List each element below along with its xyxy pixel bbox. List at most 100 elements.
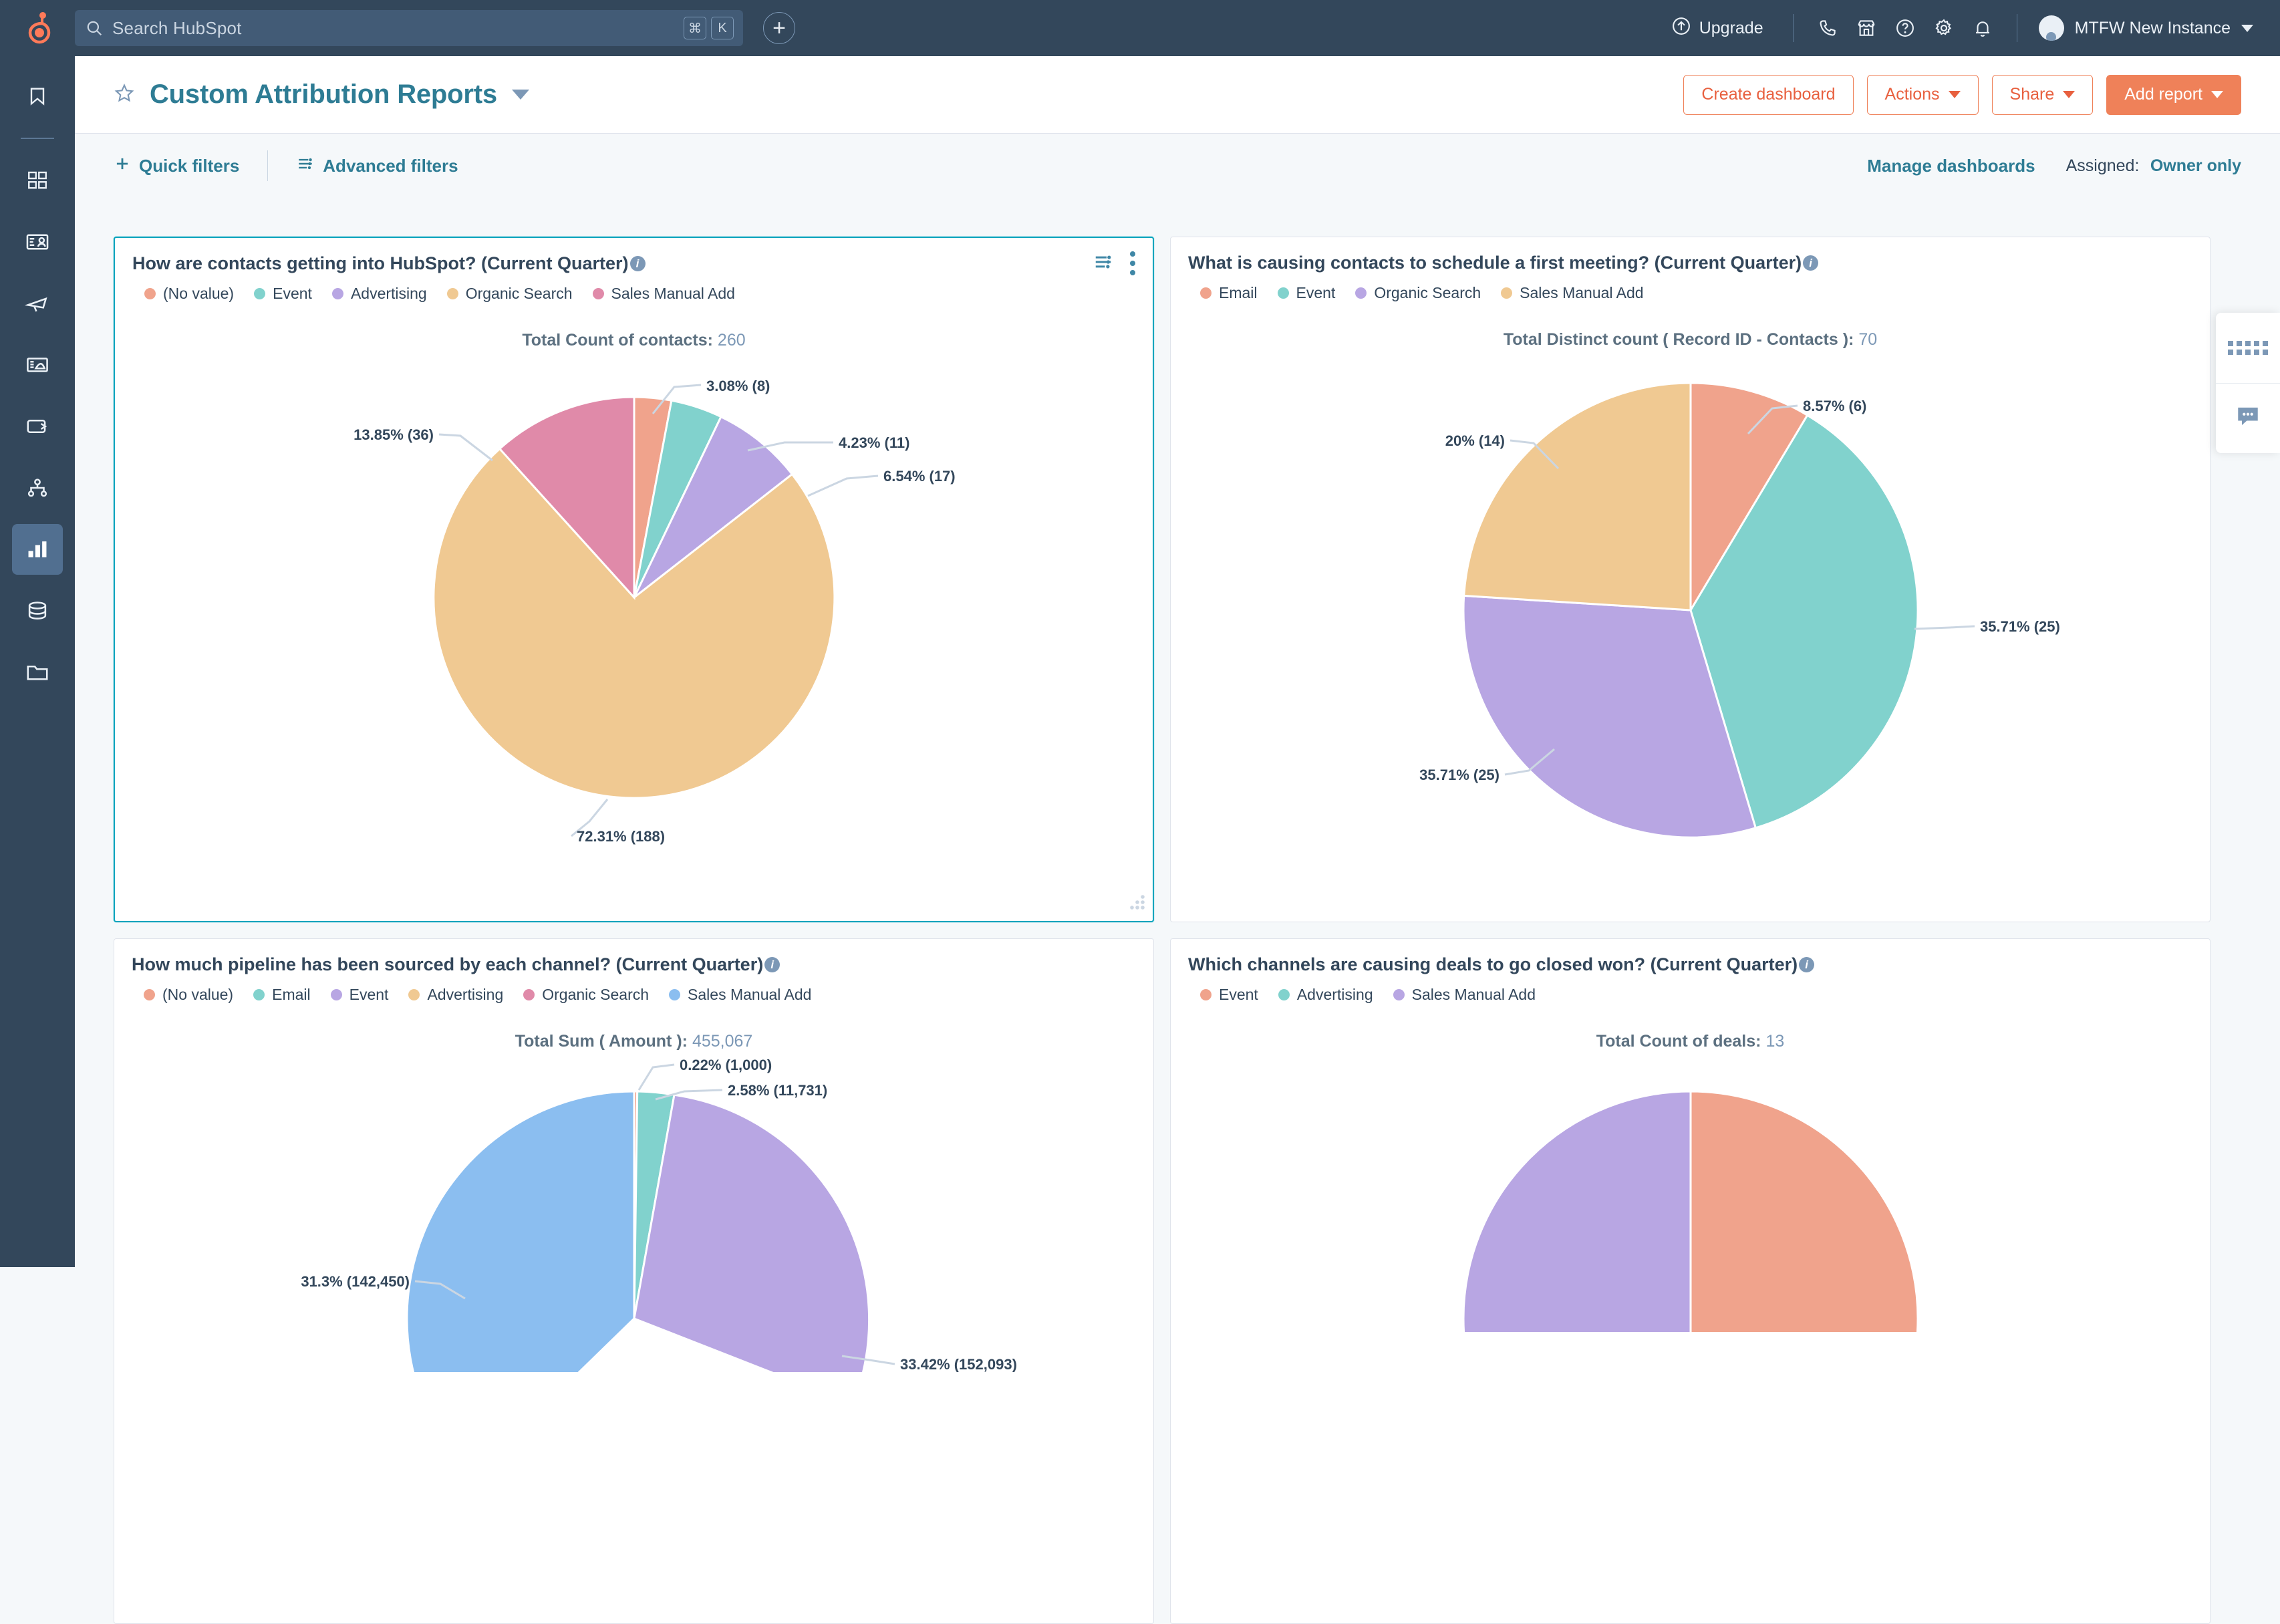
legend-item[interactable]: Sales Manual Add (1501, 284, 1643, 302)
chat-button[interactable] (2216, 383, 2280, 454)
legend-item[interactable]: Advertising (408, 986, 503, 1004)
pie-chart[interactable]: 8.57% (6) 35.71% (25) 35.71% (25) 20% (1… (1171, 350, 2210, 871)
legend-item[interactable]: Event (254, 285, 312, 303)
sidebar-item-bookmarks[interactable] (12, 71, 63, 122)
sidebar-item-automations[interactable] (12, 462, 63, 513)
info-icon[interactable]: i (630, 256, 646, 271)
sidebar-item-data-management[interactable] (12, 585, 63, 636)
notifications-bell-icon[interactable] (1963, 9, 2002, 47)
card-title[interactable]: How much pipeline has been sourced by ea… (132, 954, 1136, 976)
top-navigation-bar: Search HubSpot ⌘ K + Upgrade (0, 0, 2280, 56)
card-header: Which channels are causing deals to go c… (1171, 939, 2210, 1004)
upgrade-button[interactable]: Upgrade (1657, 16, 1778, 41)
legend-item[interactable]: Sales Manual Add (593, 285, 735, 303)
phone-icon[interactable] (1808, 9, 1847, 47)
legend-item[interactable]: Organic Search (523, 986, 649, 1004)
leader-line (1914, 626, 1975, 629)
total-value: 13 (1765, 1032, 1784, 1051)
assigned-value: Owner only (2150, 156, 2241, 175)
legend-item[interactable]: Email (253, 986, 311, 1004)
info-icon[interactable]: i (1803, 255, 1818, 271)
apps-grid-button[interactable] (2216, 313, 2280, 383)
search-shortcut-hint: ⌘ K (684, 17, 734, 39)
marketplace-icon[interactable] (1847, 9, 1886, 47)
help-icon[interactable] (1886, 9, 1925, 47)
actions-button[interactable]: Actions (1867, 75, 1979, 115)
slice-data-label: 6.54% (17) (883, 468, 956, 485)
total-label: Total Count of contacts: (522, 331, 713, 350)
sidebar-item-library[interactable] (12, 647, 63, 698)
slice-data-label: 35.71% (25) (1419, 767, 1500, 783)
pie-chart[interactable]: 0.22% (1,000) 2.58% (11,731) 33.42% (152… (114, 1051, 1153, 1573)
sidebar-item-content[interactable] (12, 340, 63, 390)
hubspot-logo[interactable] (0, 11, 75, 45)
total-value: 455,067 (692, 1032, 752, 1051)
total-value: 260 (718, 331, 746, 350)
closed-won-channels-card[interactable]: Which channels are causing deals to go c… (1170, 938, 2211, 1624)
pipeline-sourced-card[interactable]: How much pipeline has been sourced by ea… (114, 938, 1154, 1624)
card-title[interactable]: What is causing contacts to schedule a f… (1188, 252, 2192, 275)
sidebar-divider (21, 138, 54, 139)
slice-data-label: 33.42% (152,093) (900, 1356, 1017, 1372)
card-filter-icon[interactable] (1093, 252, 1114, 275)
upgrade-icon (1671, 16, 1691, 41)
legend-item[interactable]: Organic Search (1355, 284, 1481, 302)
share-label: Share (2010, 85, 2055, 104)
manage-dashboards-link[interactable]: Manage dashboards (1867, 156, 2035, 176)
card-menu-icon[interactable] (1130, 251, 1135, 275)
advanced-filters-button[interactable]: Advanced filters (296, 155, 458, 177)
create-new-button[interactable]: + (763, 12, 795, 44)
card-header: How are contacts getting into HubSpot? (… (115, 238, 1153, 303)
card-title[interactable]: Which channels are causing deals to go c… (1188, 954, 2192, 976)
sidebar-item-marketing[interactable] (12, 278, 63, 329)
legend-item[interactable]: Email (1200, 284, 1258, 302)
advanced-filters-label: Advanced filters (323, 156, 458, 176)
legend-item[interactable]: Sales Manual Add (669, 986, 811, 1004)
legend-item[interactable]: (No value) (144, 285, 234, 303)
chevron-down-icon (2241, 25, 2253, 32)
search-input[interactable]: Search HubSpot ⌘ K (75, 10, 743, 46)
pie-chart[interactable]: 3.08% (8) 4.23% (11) 6.54% (17) 72.31% (… (115, 350, 1153, 871)
right-dock-panel (2216, 313, 2280, 453)
legend-item[interactable]: Advertising (1278, 986, 1373, 1004)
chart-legend: (No value) Email Event Advertising Organ… (132, 986, 1136, 1004)
card-title-text: What is causing contacts to schedule a f… (1188, 252, 1802, 275)
legend-item[interactable]: Organic Search (447, 285, 573, 303)
legend-item[interactable]: Advertising (332, 285, 427, 303)
legend-item[interactable]: (No value) (144, 986, 233, 1004)
assigned-filter[interactable]: Assigned: Owner only (2066, 156, 2241, 176)
share-button[interactable]: Share (1992, 75, 2094, 115)
contacts-source-card[interactable]: How are contacts getting into HubSpot? (… (114, 237, 1154, 922)
sidebar-item-commerce[interactable] (12, 401, 63, 452)
slice-data-label: 0.22% (1,000) (680, 1057, 772, 1073)
card-title-text: How are contacts getting into HubSpot? (… (132, 253, 629, 275)
resize-handle[interactable] (1128, 893, 1147, 915)
legend-item[interactable]: Event (331, 986, 389, 1004)
star-icon[interactable] (114, 82, 135, 107)
dashboard-select-chevron-icon[interactable] (512, 90, 529, 100)
info-icon[interactable]: i (764, 957, 780, 972)
total-value: 70 (1858, 330, 1877, 349)
add-report-button[interactable]: Add report (2106, 75, 2241, 115)
first-meeting-card[interactable]: What is causing contacts to schedule a f… (1170, 237, 2211, 922)
pie-chart[interactable] (1171, 1051, 2210, 1573)
card-title-text: Which channels are causing deals to go c… (1188, 954, 1798, 976)
legend-item[interactable]: Sales Manual Add (1393, 986, 1536, 1004)
account-menu[interactable]: MTFW New Instance (2032, 15, 2253, 41)
pie-slice (1463, 1091, 1691, 1332)
settings-gear-icon[interactable] (1925, 9, 1963, 47)
legend-item[interactable]: Event (1278, 284, 1336, 302)
legend-item[interactable]: Event (1200, 986, 1258, 1004)
info-icon[interactable]: i (1799, 957, 1814, 972)
card-title[interactable]: How are contacts getting into HubSpot? (… (132, 253, 1135, 275)
total-label: Total Sum ( Amount ): (515, 1032, 688, 1051)
sidebar-item-reporting[interactable] (12, 524, 63, 575)
nav-divider-1 (1793, 14, 1794, 42)
create-dashboard-button[interactable]: Create dashboard (1683, 75, 1853, 115)
chart-legend: Event Advertising Sales Manual Add (1188, 986, 2192, 1004)
quick-filters-button[interactable]: Quick filters (114, 155, 239, 177)
sidebar-item-workspaces[interactable] (12, 155, 63, 206)
leader-line (808, 476, 878, 496)
search-placeholder: Search HubSpot (112, 18, 242, 39)
sidebar-item-crm[interactable] (12, 217, 63, 267)
